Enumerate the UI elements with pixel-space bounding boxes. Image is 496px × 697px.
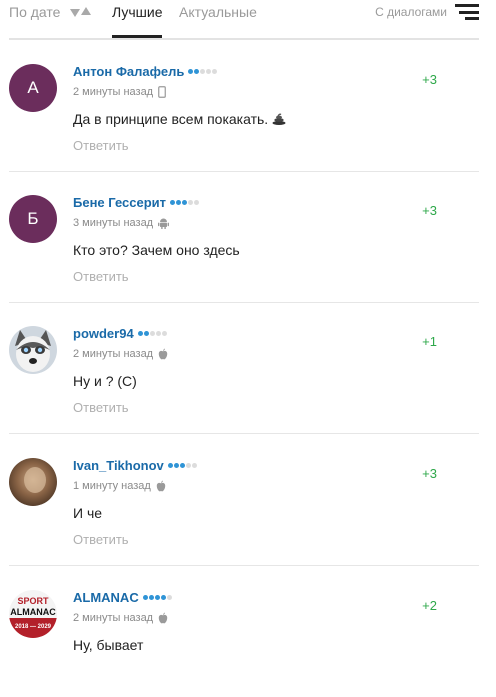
sort-tabs: По дате Лучшие Актуальные С диалогами: [9, 0, 479, 40]
blurred-photo-avatar-icon: [9, 458, 57, 506]
avatar[interactable]: А: [9, 64, 57, 112]
comment-time[interactable]: 3 минуты назад: [73, 217, 153, 229]
comment-meta: 3 минуты назад: [73, 217, 170, 229]
with-dialogs-label: С диалогами: [375, 5, 447, 19]
author-name: Бене Гессерит: [73, 195, 167, 210]
comment-text: Ну и ? (С): [73, 373, 137, 389]
author-name: Антон Фалафель: [73, 64, 185, 79]
comment-score: +1: [422, 334, 437, 349]
rating-dots: [188, 69, 218, 74]
comment-text: Кто это? Зачем оно здесь: [73, 242, 240, 258]
comment-author[interactable]: Антон Фалафель: [73, 64, 218, 79]
avatar[interactable]: [9, 326, 57, 374]
avatar[interactable]: SPORT ALMANAC 2018 — 2029: [9, 590, 57, 638]
tab-actual[interactable]: Актуальные: [179, 4, 257, 20]
svg-text:2018 — 2029: 2018 — 2029: [15, 624, 52, 630]
reply-button[interactable]: Ответить: [73, 400, 129, 415]
apple-icon: [156, 480, 166, 492]
author-name: Ivan_Tikhonov: [73, 458, 164, 473]
tab-best[interactable]: Лучшие: [112, 4, 162, 20]
comment-score: +3: [422, 72, 437, 87]
dog-avatar-icon: [9, 326, 57, 374]
comment-time[interactable]: 2 минуты назад: [73, 86, 153, 98]
avatar[interactable]: Б: [9, 195, 57, 243]
comment-item: SPORT ALMANAC 2018 — 2029 ALMANAC 2 мину…: [9, 566, 479, 697]
author-name: powder94: [73, 326, 134, 341]
tab-by-date-label: По дате: [9, 4, 61, 20]
almanac-logo-avatar-icon: SPORT ALMANAC 2018 — 2029: [9, 590, 57, 638]
comment-meta: 1 минуту назад: [73, 480, 166, 492]
comment-meta: 2 минуты назад: [73, 348, 168, 360]
author-name: ALMANAC: [73, 590, 139, 605]
comment-item: Ivan_Tikhonov 1 минуту назад И че Ответи…: [9, 434, 479, 566]
sort-arrows-icon: [70, 7, 92, 17]
comment-author[interactable]: powder94: [73, 326, 167, 341]
comment-score: +3: [422, 203, 437, 218]
reply-button[interactable]: Ответить: [73, 532, 129, 547]
android-icon: [158, 218, 170, 229]
comment-score: +2: [422, 598, 437, 613]
with-dialogs-toggle[interactable]: С диалогами: [375, 4, 479, 20]
sort-lines-icon: [455, 4, 479, 20]
comment-item: Б Бене Гессерит 3 минуты назад Кто это? …: [9, 171, 479, 303]
active-tab-indicator: [112, 35, 162, 38]
comment-meta: 2 минуты назад: [73, 612, 168, 624]
comment-text: Да в принципе всем покакать.: [73, 111, 286, 127]
comment-item: А Антон Фалафель 2 минуты назад Да в при…: [9, 40, 479, 172]
poop-emoji-icon: [272, 113, 286, 125]
apple-icon: [158, 612, 168, 624]
mobile-phone-icon: [158, 86, 166, 98]
rating-dots: [137, 331, 167, 336]
comment-meta: 2 минуты назад: [73, 86, 166, 98]
svg-text:ALMANAC: ALMANAC: [10, 607, 56, 617]
rating-dots: [167, 463, 197, 468]
avatar[interactable]: [9, 458, 57, 506]
comment-time[interactable]: 2 минуты назад: [73, 348, 153, 360]
comment-time[interactable]: 2 минуты назад: [73, 612, 153, 624]
comment-author[interactable]: ALMANAC: [73, 590, 172, 605]
comment-time[interactable]: 1 минуту назад: [73, 480, 151, 492]
reply-button[interactable]: Ответить: [73, 138, 129, 153]
reply-button[interactable]: Ответить: [73, 269, 129, 284]
comment-item: powder94 2 минуты назад Ну и ? (С) Ответ…: [9, 302, 479, 434]
rating-dots: [142, 595, 172, 600]
tab-by-date[interactable]: По дате: [9, 4, 92, 20]
apple-icon: [158, 348, 168, 360]
comment-text: И че: [73, 505, 103, 521]
svg-text:SPORT: SPORT: [17, 596, 49, 606]
comment-text: Ну, бывает: [73, 637, 144, 653]
comment-author[interactable]: Ivan_Tikhonov: [73, 458, 197, 473]
rating-dots: [170, 200, 200, 205]
comment-score: +3: [422, 466, 437, 481]
comment-author[interactable]: Бене Гессерит: [73, 195, 200, 210]
